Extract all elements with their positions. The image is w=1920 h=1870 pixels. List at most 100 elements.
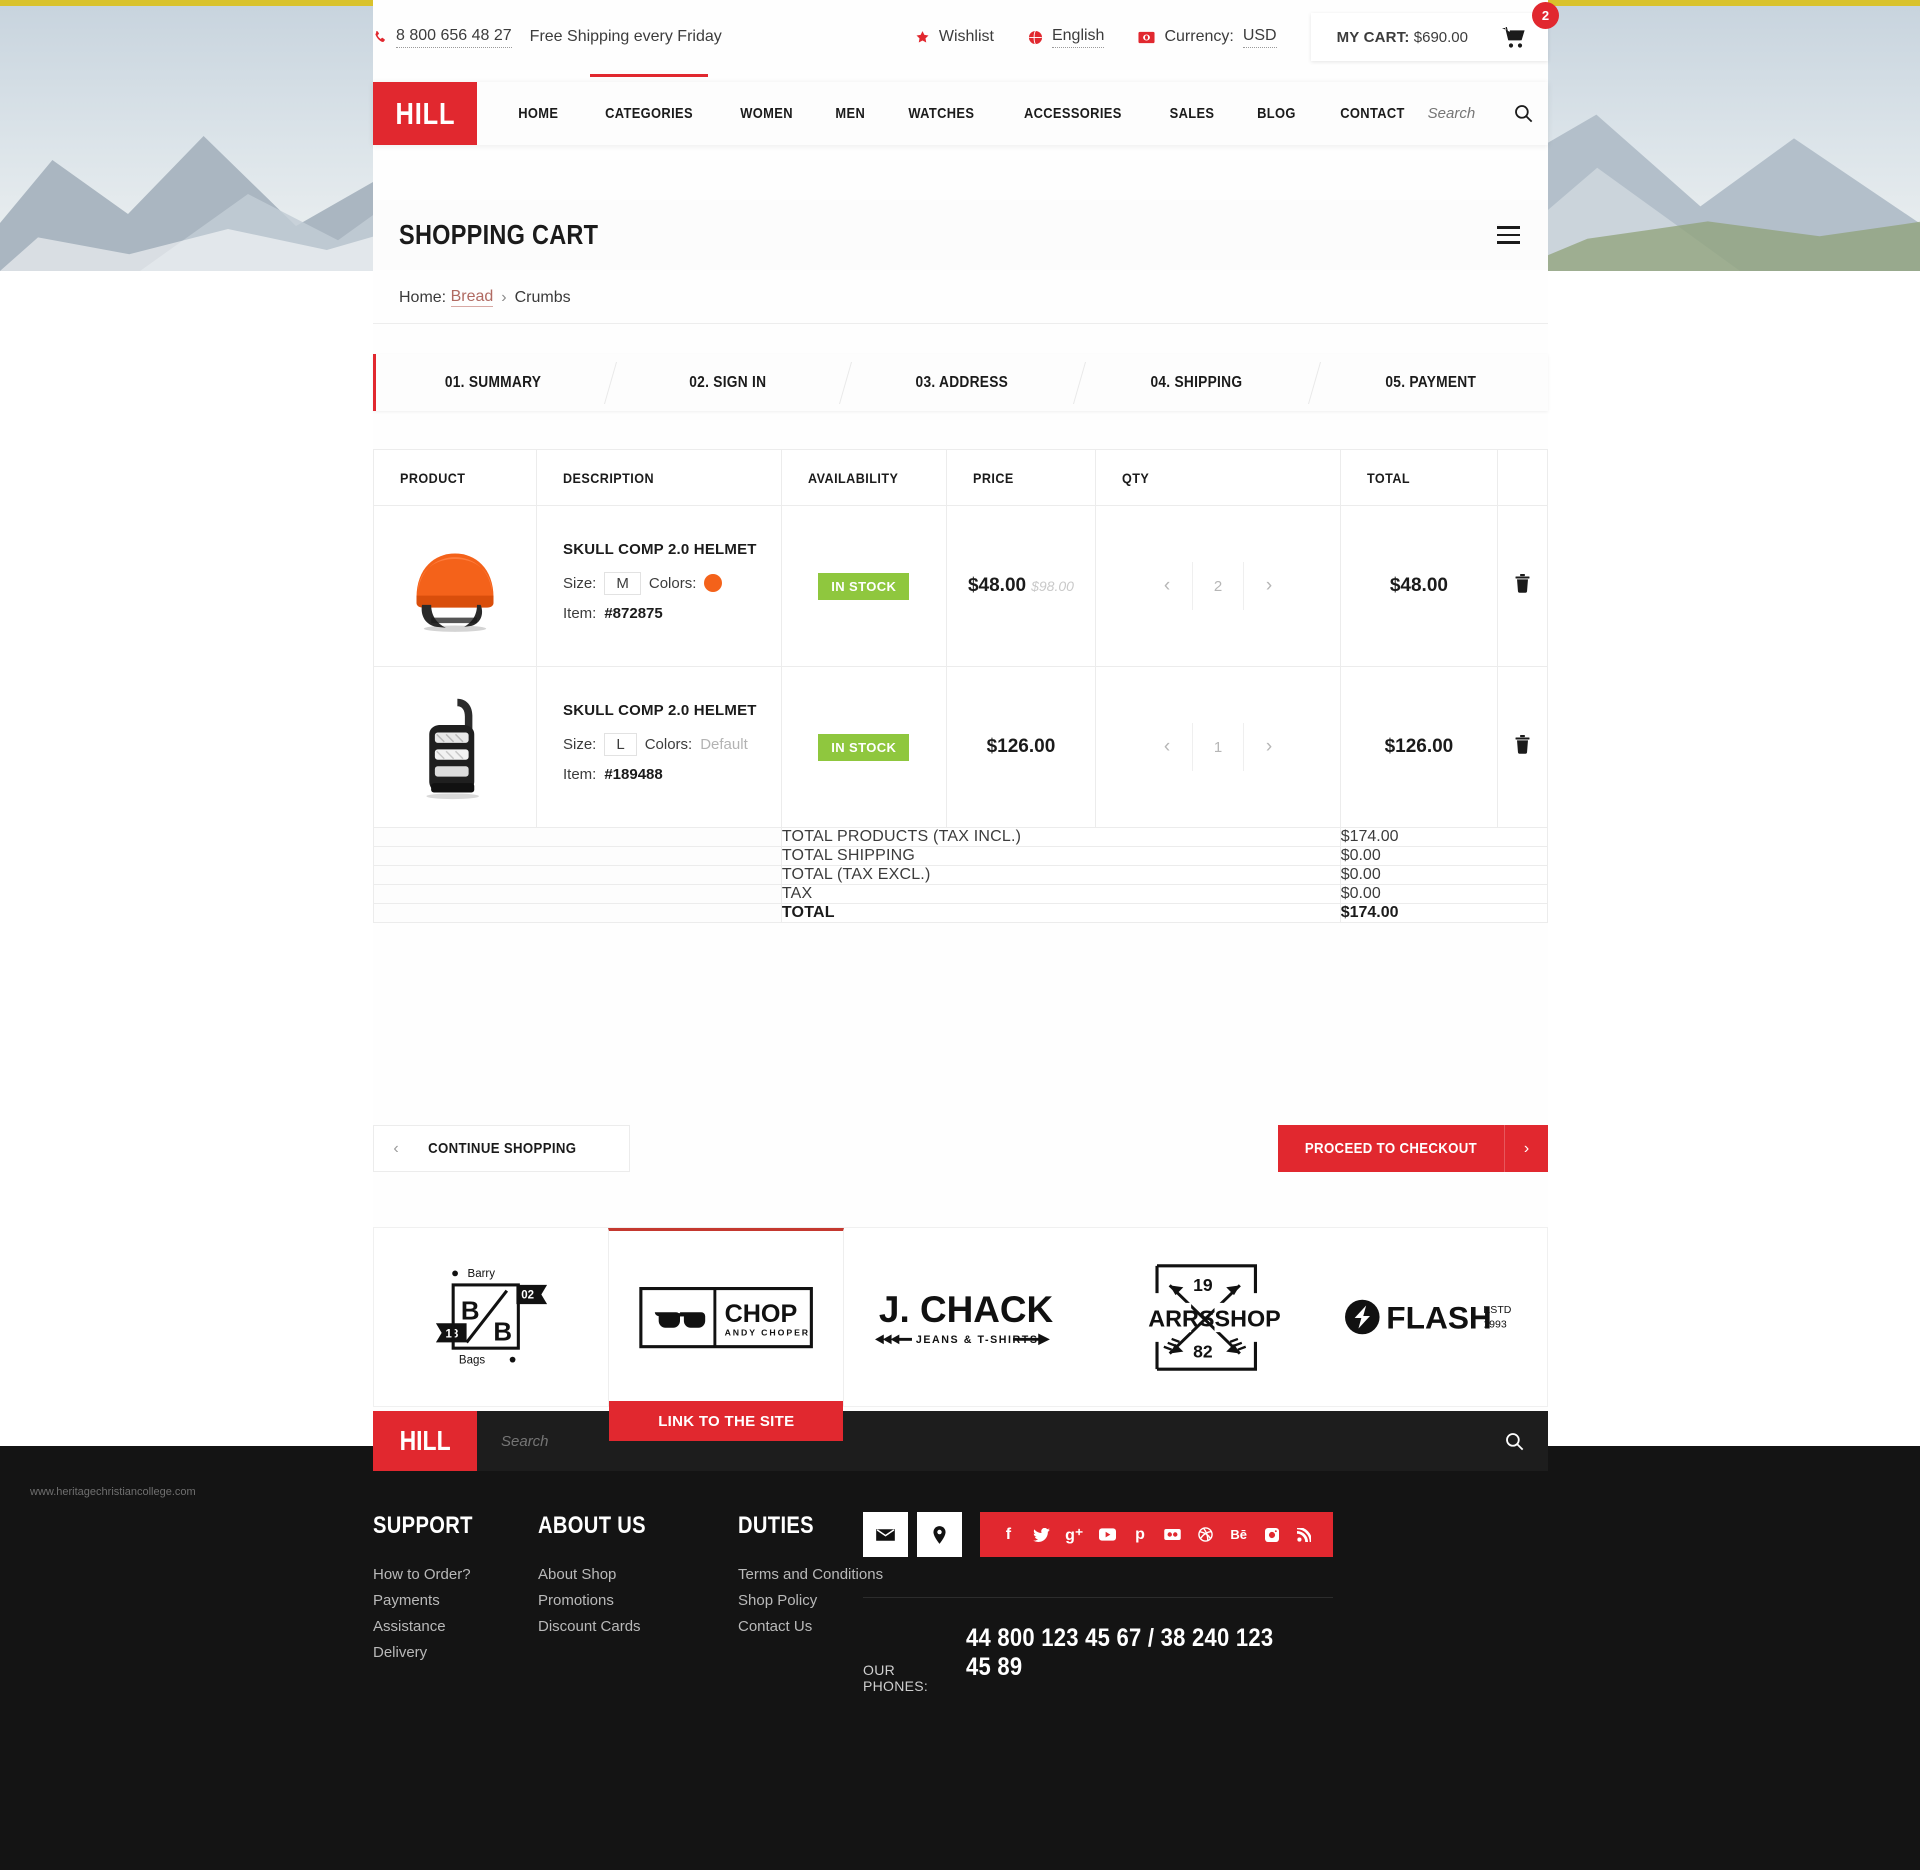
qty-decrement-button[interactable]: ‹ (1142, 562, 1192, 610)
nav-item-accessories[interactable]: ACCESSORIES (998, 82, 1148, 145)
step-label: 02. SIGN IN (689, 373, 767, 391)
currency-selector[interactable]: Currency: USD (1138, 27, 1277, 48)
qty-value[interactable]: 1 (1192, 723, 1244, 771)
brand-carousel: Barry 02 18 B B Bags CHOP ANDY CHOPER LI… (373, 1227, 1548, 1441)
nav-item-men[interactable]: MEN (815, 82, 886, 145)
step-shipping[interactable]: 04. SHIPPING (1079, 354, 1313, 411)
footer-phones: OUR PHONES: 44 800 123 45 67 / 38 240 12… (863, 1624, 1333, 1694)
cell-description: SKULL COMP 2.0 HELMET Size: M Colors: It… (536, 505, 782, 667)
nav-item-sales[interactable]: SALES (1148, 82, 1236, 145)
page-title-text: SHOPPING CART (399, 219, 599, 250)
cart-count-badge: 2 (1532, 2, 1559, 29)
step-payment[interactable]: 05. PAYMENT (1314, 354, 1548, 411)
orange-helmet-image[interactable] (374, 506, 536, 666)
cell-delete (1497, 666, 1548, 828)
mini-cart-button[interactable]: MY CART: $690.00 2 (1310, 2, 1559, 61)
breadcrumb-separator: › (501, 288, 507, 306)
qty-decrement-button[interactable]: ‹ (1142, 723, 1192, 771)
trash-icon[interactable] (1514, 735, 1531, 754)
header-total: TOTAL (1339, 449, 1499, 506)
snowboard-binding-image[interactable] (374, 667, 536, 827)
nav-items: HOME CATEGORIES WOMEN MEN WATCHES ACCESS… (477, 74, 1548, 145)
qty-increment-button[interactable]: › (1244, 723, 1294, 771)
summary-label: TOTAL (780, 903, 1341, 923)
nav-item-blog[interactable]: BLOG (1236, 82, 1317, 145)
footer-link-how-to-order[interactable]: How to Order? (373, 1566, 538, 1583)
hamburger-icon[interactable] (1497, 226, 1520, 244)
nav-item-women[interactable]: WOMEN (718, 82, 815, 145)
step-sign-in[interactable]: 02. SIGN IN (610, 354, 844, 411)
location-pin-icon[interactable] (917, 1512, 962, 1557)
language-selector[interactable]: English (1028, 27, 1105, 48)
pinterest-icon[interactable]: p (1127, 1512, 1153, 1557)
social-row: f g⁺ p Bē (863, 1512, 1333, 1557)
table-row: SKULL COMP 2.0 HELMET Size: M Colors: It… (373, 505, 1548, 667)
qty-value[interactable]: 2 (1192, 562, 1244, 610)
footer-column-about: ABOUT US About Shop Promotions Discount … (538, 1512, 738, 1670)
product-name[interactable]: SKULL COMP 2.0 HELMET (563, 702, 765, 719)
nav-item-categories[interactable]: CATEGORIES (580, 74, 718, 145)
nav-item-watches[interactable]: WATCHES (885, 82, 998, 145)
nav-item-home[interactable]: HOME (497, 82, 580, 145)
google-plus-icon[interactable]: g⁺ (1061, 1512, 1087, 1557)
shipping-note: Free Shipping every Friday (529, 28, 722, 45)
nav-label: BLOG (1256, 105, 1296, 122)
youtube-icon[interactable] (1094, 1512, 1120, 1557)
breadcrumb: Home: Bread › Crumbs (373, 272, 1548, 324)
proceed-to-checkout-button[interactable]: PROCEED TO CHECKOUT › (1278, 1125, 1548, 1172)
phones-value[interactable]: 44 800 123 45 67 / 38 240 123 45 89 (966, 1624, 1333, 1682)
footer-link-delivery[interactable]: Delivery (373, 1644, 538, 1661)
nav-label: SALES (1169, 105, 1215, 122)
search-input[interactable] (1427, 105, 1509, 122)
footer-link-assistance[interactable]: Assistance (373, 1618, 538, 1635)
currency-value[interactable]: USD (1242, 27, 1277, 48)
summary-spacer (373, 903, 782, 923)
footer-link-promotions[interactable]: Promotions (538, 1592, 738, 1609)
facebook-icon[interactable]: f (995, 1512, 1021, 1557)
mail-icon[interactable] (863, 1512, 908, 1557)
phone-number[interactable]: 8 800 656 48 27 (396, 27, 512, 48)
twitter-icon[interactable] (1028, 1512, 1054, 1557)
step-label: 01. SUMMARY (445, 373, 542, 391)
item-label: Item: (563, 765, 597, 783)
cart-actions: ‹ CONTINUE SHOPPING PROCEED TO CHECKOUT … (373, 1125, 1548, 1172)
wishlist-label: Wishlist (938, 28, 994, 45)
flash-logo[interactable]: FLASH ESTD 1993 (1313, 1228, 1547, 1406)
j-chack-logo[interactable]: J. CHACK JEANS & T-SHIRTS (844, 1228, 1078, 1406)
footer-logo[interactable]: HILL (373, 1411, 477, 1471)
search-icon[interactable] (1509, 104, 1538, 123)
search-icon[interactable] (1505, 1432, 1524, 1451)
chop-andy-choper-logo[interactable]: CHOP ANDY CHOPER LINK TO THE SITE (608, 1228, 845, 1441)
continue-shopping-button[interactable]: ‹ CONTINUE SHOPPING (373, 1125, 630, 1172)
wishlist-link[interactable]: Wishlist (915, 28, 994, 46)
svg-text:B: B (493, 1318, 512, 1346)
checkout-label: PROCEED TO CHECKOUT (1304, 1140, 1478, 1157)
footer-link-about-shop[interactable]: About Shop (538, 1566, 738, 1583)
product-name[interactable]: SKULL COMP 2.0 HELMET (563, 541, 765, 558)
site-logo[interactable]: HILL (373, 82, 477, 145)
header-qty: QTY (1095, 449, 1341, 506)
footer-link-payments[interactable]: Payments (373, 1592, 538, 1609)
summary-value: $0.00 (1339, 846, 1549, 866)
barry-bags-logo[interactable]: Barry 02 18 B B Bags (374, 1228, 608, 1406)
qty-increment-button[interactable]: › (1244, 562, 1294, 610)
brand-link-button[interactable]: LINK TO THE SITE (609, 1401, 844, 1441)
phone-link[interactable]: 8 800 656 48 27 (373, 27, 512, 48)
step-summary[interactable]: 01. SUMMARY (376, 354, 610, 411)
instagram-icon[interactable] (1259, 1512, 1285, 1557)
nav-item-contact[interactable]: CONTACT (1317, 82, 1428, 145)
trash-icon[interactable] (1514, 574, 1531, 593)
behance-icon[interactable]: Bē (1226, 1512, 1252, 1557)
breadcrumb-link-bread[interactable]: Bread (450, 288, 494, 307)
flickr-icon[interactable] (1160, 1512, 1186, 1557)
dribbble-icon[interactable] (1193, 1512, 1219, 1557)
arrs-shop-logo[interactable]: ARRS SHOP 19 82 (1079, 1228, 1313, 1406)
cart-table: PRODUCT DESCRIPTION AVAILABILITY PRICE Q… (373, 449, 1549, 923)
footer-link-discount-cards[interactable]: Discount Cards (538, 1618, 738, 1635)
rss-icon[interactable] (1291, 1512, 1317, 1557)
step-label: 04. SHIPPING (1150, 373, 1243, 391)
language-value[interactable]: English (1051, 27, 1105, 48)
summary-spacer (373, 884, 782, 904)
summary-value: $174.00 (1339, 903, 1549, 923)
step-address[interactable]: 03. ADDRESS (845, 354, 1079, 411)
